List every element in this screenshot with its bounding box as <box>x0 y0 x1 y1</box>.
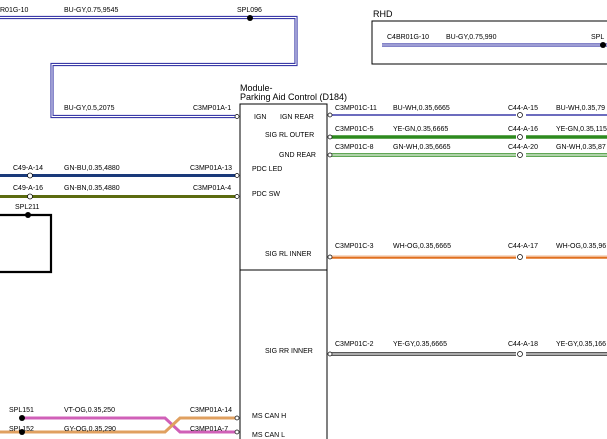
wiring-diagram-canvas: R01G-10 BU-GY,0.75,9545 SPL096 BU-GY,0.5… <box>0 7 607 439</box>
pin-terminal <box>234 173 240 178</box>
right-wire-4-connector: C44-A-17 <box>508 243 538 250</box>
splice-label-spl151: SPL151 <box>9 407 34 414</box>
splice-node-rhd <box>600 42 606 48</box>
right-wire-5-pin: C3MP01C-2 <box>335 341 374 348</box>
pin-label-ign: IGN <box>254 114 266 121</box>
left-wire-2-label: GN-BU,0.35,4880 <box>64 165 120 172</box>
left-wire-2-pin: C3MP01A-13 <box>190 165 232 172</box>
pin-terminal <box>234 114 240 119</box>
rhd-box <box>371 20 607 65</box>
right-wire-4-pin: C3MP01C-3 <box>335 243 374 250</box>
splice-label-spl211: SPL211 <box>15 204 39 211</box>
pin-label-ign-rear: IGN REAR <box>280 114 314 121</box>
wiring-diagram: R01G-10 BU-GY,0.75,9545 SPL096 BU-GY,0.5… <box>0 0 607 439</box>
connector-c44-a-16 <box>516 134 526 140</box>
pin-terminal <box>234 415 240 421</box>
pin-terminal <box>327 152 333 158</box>
left-wire-3-pin: C3MP01A-4 <box>193 185 231 192</box>
splice-label-spl096: SPL096 <box>237 7 262 14</box>
right-wire-sig-rl-inner <box>330 255 607 259</box>
pin-label-pdc-sw: PDC SW <box>252 191 280 198</box>
right-wire-2-pin: C3MP01C-5 <box>335 126 374 133</box>
right-wire-3-connector: C44-A-20 <box>508 144 538 151</box>
connector-c44-a-20 <box>516 152 526 158</box>
can-wire-2-pin: C3MP01A-7 <box>190 426 228 433</box>
right-wire-4-label2: WH-OG,0.35,96 <box>556 243 606 250</box>
right-wire-1-label: BU-WH,0.35,6665 <box>393 105 450 112</box>
pin-label-sig-rl-inner: SIG RL INNER <box>265 251 311 258</box>
left-wire-3-label: GN-BN,0.35,4880 <box>64 185 120 192</box>
module-title-line2: Parking Aid Control (D184) <box>240 92 347 102</box>
splice-label-spl152: SPL152 <box>9 426 34 433</box>
splice-node-spl211 <box>25 212 31 218</box>
top-left-connector-label: R01G-10 <box>0 7 29 14</box>
pin-terminal <box>327 254 333 260</box>
connector-terminal <box>27 172 33 179</box>
pin-terminal <box>234 429 240 435</box>
left-wire-1-label: BU-GY,0.5,2075 <box>64 105 115 112</box>
rhd-wire-label: BU-GY,0.75,990 <box>446 34 497 41</box>
left-wire-1-pin: C3MP01A-1 <box>193 105 231 112</box>
rhd-splice-label: SPL <box>591 34 604 41</box>
connector-c44-a-18 <box>516 351 526 357</box>
pin-label-ms-can-l: MS CAN L <box>252 432 285 439</box>
right-wire-1-pin: C3MP01C-11 <box>335 105 377 112</box>
right-wire-3-label: GN-WH,0.35,6665 <box>393 144 451 151</box>
left-wire-2-connector: C49-A-14 <box>13 165 43 172</box>
black-wire-spl211 <box>0 213 53 274</box>
pin-label-gnd-rear: GND REAR <box>279 152 316 159</box>
top-left-wire-label: BU-GY,0.75,9545 <box>64 7 118 14</box>
pin-terminal <box>234 194 240 199</box>
splice-node-spl151 <box>19 415 25 421</box>
left-wire-3-connector: C49-A-16 <box>13 185 43 192</box>
can-wire-2-label: GY-OG,0.35,290 <box>64 426 116 433</box>
pin-label-pdc-led: PDC LED <box>252 166 282 173</box>
right-wire-3-pin: C3MP01C-8 <box>335 144 374 151</box>
right-wire-1-connector: C44-A-15 <box>508 105 538 112</box>
pin-terminal <box>327 351 333 357</box>
pin-terminal <box>327 112 333 118</box>
can-wire-1-label: VT-OG,0.35,250 <box>64 407 115 414</box>
right-wire-1-label2: BU-WH,0.35,79 <box>556 105 605 112</box>
connector-terminal <box>27 193 33 200</box>
right-wire-5-label: YE-GY,0.35,6665 <box>393 341 447 348</box>
right-wire-5-label2: YE-GY,0.35,166 <box>556 341 606 348</box>
connector-c44-a-15 <box>516 112 526 118</box>
rhd-connector-label: C4BR01G-10 <box>387 34 429 41</box>
right-wire-2-label2: YE-GN,0.35,115 <box>556 126 607 133</box>
right-wire-5-connector: C44-A-18 <box>508 341 538 348</box>
connector-c44-a-17 <box>516 254 526 260</box>
pin-label-sig-rr-inner: SIG RR INNER <box>265 348 313 355</box>
rhd-label: RHD <box>373 9 393 19</box>
can-wire-1-pin: C3MP01A-14 <box>190 407 232 414</box>
right-wire-3-label2: GN-WH,0.35,87 <box>556 144 606 151</box>
right-wire-4-label: WH-OG,0.35,6665 <box>393 243 451 250</box>
pin-label-sig-rl-outer: SIG RL OUTER <box>265 132 314 139</box>
pin-terminal <box>327 134 333 140</box>
pin-label-ms-can-h: MS CAN H <box>252 413 286 420</box>
right-wire-2-label: YE-GN,0.35,6665 <box>393 126 448 133</box>
right-wire-2-connector: C44-A-16 <box>508 126 538 133</box>
splice-node-spl096 <box>247 15 253 21</box>
